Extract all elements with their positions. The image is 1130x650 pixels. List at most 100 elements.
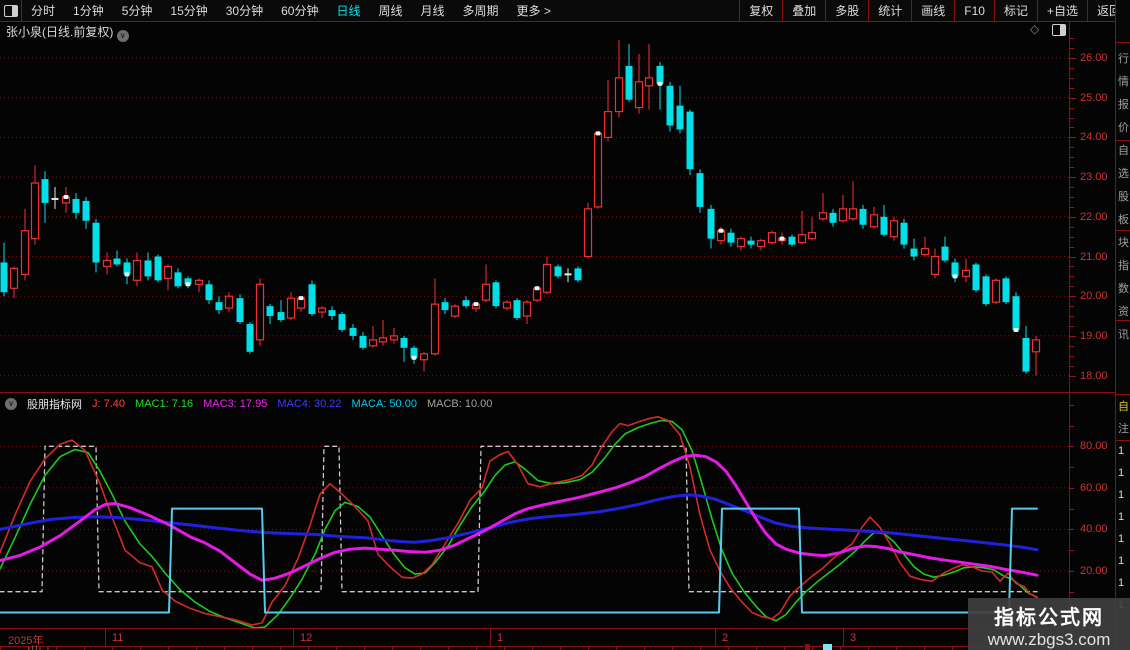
- sidebar-number: 1: [1118, 533, 1130, 545]
- signal-marker-dot: [719, 229, 724, 233]
- app-window: 分时1分钟5分钟15分钟30分钟60分钟日线周线月线多周期更多 > 复权叠加多股…: [0, 0, 1130, 650]
- price-chart-panel[interactable]: [0, 38, 1069, 392]
- signal-marker-dot: [299, 296, 304, 300]
- signal-marker-dot: [474, 302, 479, 306]
- x-axis-month-row: 2025年1112123: [0, 629, 1130, 646]
- sidebar-glyph: 板: [1118, 211, 1130, 227]
- signal-marker-dot: [412, 356, 417, 360]
- x-axis-label-2: 2: [722, 632, 728, 644]
- sidebar-number: 1: [1118, 555, 1130, 567]
- sidebar-glyph: 行: [1118, 50, 1130, 66]
- menu-item-更多 >[interactable]: 更多 >: [508, 2, 560, 19]
- menu-item-叠加[interactable]: 叠加: [782, 0, 825, 21]
- signal-marker-dot: [125, 272, 130, 276]
- right-sidebar-clipped: 行情报价自选股板块指数资讯自注11111111: [1115, 0, 1130, 650]
- x-axis-label-12: 12: [300, 632, 312, 644]
- statusbar-red-fragment: [805, 644, 810, 650]
- menu-item-标记[interactable]: 标记: [994, 0, 1037, 21]
- menu-item-周线[interactable]: 周线: [369, 2, 411, 19]
- price-axis-label: 22.00: [1080, 211, 1108, 223]
- menu-item-复权[interactable]: 复权: [739, 0, 782, 21]
- statusbar-fragment: ıllı ı: [28, 646, 51, 650]
- sidebar-number: 1: [1118, 445, 1130, 457]
- price-axis-label: 21.00: [1080, 251, 1108, 263]
- sidebar-number: 1: [1118, 511, 1130, 523]
- watermark-title: 指标公式网: [968, 601, 1130, 630]
- sidebar-number: 1: [1118, 577, 1130, 589]
- menu-item-+自选[interactable]: +自选: [1037, 0, 1087, 21]
- menu-item-月线[interactable]: 月线: [412, 2, 454, 19]
- signal-marker-dot: [186, 282, 191, 286]
- signal-marker-dot: [780, 237, 785, 241]
- indicator-axis-label: 20.00: [1080, 565, 1108, 577]
- period-menu: 分时1分钟5分钟15分钟30分钟60分钟日线周线月线多周期更多 >: [22, 0, 560, 21]
- indicator-value-MAC4: MAC4: 30.22: [277, 398, 341, 410]
- x-axis-label-11: 11: [112, 632, 123, 644]
- sidebar-glyph: 价: [1118, 119, 1130, 135]
- indicator-value-MACB: MACB: 10.00: [427, 398, 492, 410]
- indicator-name: 股朋指标网: [27, 396, 82, 412]
- signal-marker-dot: [1014, 328, 1019, 332]
- sidebar-number: 1: [1118, 467, 1130, 479]
- indicator-chevron-icon[interactable]: ∨: [5, 398, 17, 410]
- signal-marker-dot: [64, 195, 69, 199]
- layout-split-icon[interactable]: [1052, 24, 1066, 36]
- statusbar-cyan-fragment: [823, 644, 832, 650]
- title-row: 张小泉(日线.前复权) ∨ ◇: [0, 22, 1114, 37]
- watermark-url: www.zbgs3.com: [968, 630, 1130, 650]
- menu-item-画线[interactable]: 画线: [911, 0, 954, 21]
- sidebar-glyph-highlight: 自: [1118, 398, 1130, 414]
- indicator-value-J: J: 7.40: [92, 398, 125, 410]
- sidebar-glyph: 讯: [1118, 326, 1130, 342]
- price-axis-label: 23.00: [1080, 171, 1108, 183]
- menu-item-分时[interactable]: 分时: [22, 2, 64, 19]
- sidebar-glyph: 资: [1118, 303, 1130, 319]
- price-axis: 26.00 25.00 24.00 23.00 22.00 21.00 20.00 19.00…: [1070, 38, 1114, 392]
- indicator-axis-label: 40.00: [1080, 523, 1108, 535]
- price-axis-label: 25.00: [1080, 92, 1108, 104]
- price-chart-svg: [0, 38, 1069, 392]
- price-axis-label: 26.00: [1080, 52, 1108, 64]
- diamond-icon[interactable]: ◇: [1030, 22, 1039, 36]
- axis-border-line: [1069, 21, 1070, 650]
- menu-item-多股[interactable]: 多股: [825, 0, 868, 21]
- price-axis-label: 24.00: [1080, 131, 1108, 143]
- indicator-axis-label: 80.00: [1080, 440, 1108, 452]
- sidebar-glyph: 报: [1118, 96, 1130, 112]
- sidebar-glyph: 选: [1118, 165, 1130, 181]
- indicator-chart-panel[interactable]: [0, 411, 1069, 630]
- menu-item-15分钟[interactable]: 15分钟: [161, 2, 216, 19]
- menu-item-日线[interactable]: 日线: [327, 2, 369, 19]
- indicator-axis-label: 60.00: [1080, 482, 1108, 494]
- sidebar-glyph: 指: [1118, 257, 1130, 273]
- price-axis-label: 20.00: [1080, 290, 1108, 302]
- menu-item-30分钟[interactable]: 30分钟: [217, 2, 272, 19]
- window-split-icon[interactable]: [0, 0, 22, 21]
- menu-item-F10[interactable]: F10: [954, 0, 994, 21]
- menu-item-5分钟[interactable]: 5分钟: [113, 2, 162, 19]
- menu-item-统计[interactable]: 统计: [868, 0, 911, 21]
- panel-separator: [0, 392, 1115, 393]
- menu-item-多周期[interactable]: 多周期: [454, 2, 508, 19]
- watermark: 指标公式网 www.zbgs3.com: [968, 598, 1130, 650]
- price-axis-label: 19.00: [1080, 330, 1108, 342]
- sidebar-glyph: 自: [1118, 142, 1130, 158]
- sidebar-glyph: 注: [1118, 420, 1130, 436]
- sidebar-glyph: 数: [1118, 280, 1130, 296]
- indicator-label-row: ∨ 股朋指标网 J: 7.40MAC1: 7.16MAC3: 17.95MAC4…: [0, 396, 1074, 411]
- indicator-value-MACA: MACA: 50.00: [352, 398, 417, 410]
- menu-item-1分钟[interactable]: 1分钟: [64, 2, 113, 19]
- sidebar-number: 1: [1118, 489, 1130, 501]
- price-axis-label: 18.00: [1080, 370, 1108, 382]
- signal-marker-dot: [596, 131, 601, 135]
- menu-item-60分钟[interactable]: 60分钟: [272, 2, 327, 19]
- signal-marker-dot: [658, 82, 663, 86]
- stock-title-text: 张小泉(日线.前复权): [6, 25, 113, 39]
- signal-marker-dot: [953, 274, 958, 278]
- sidebar-glyph: 股: [1118, 188, 1130, 204]
- x-axis-label-3: 3: [850, 632, 856, 644]
- sidebar-glyph: 情: [1118, 73, 1130, 89]
- indicator-value-MAC3: MAC3: 17.95: [203, 398, 267, 410]
- sidebar-glyph: 块: [1118, 234, 1130, 250]
- x-axis-label-1: 1: [497, 632, 503, 644]
